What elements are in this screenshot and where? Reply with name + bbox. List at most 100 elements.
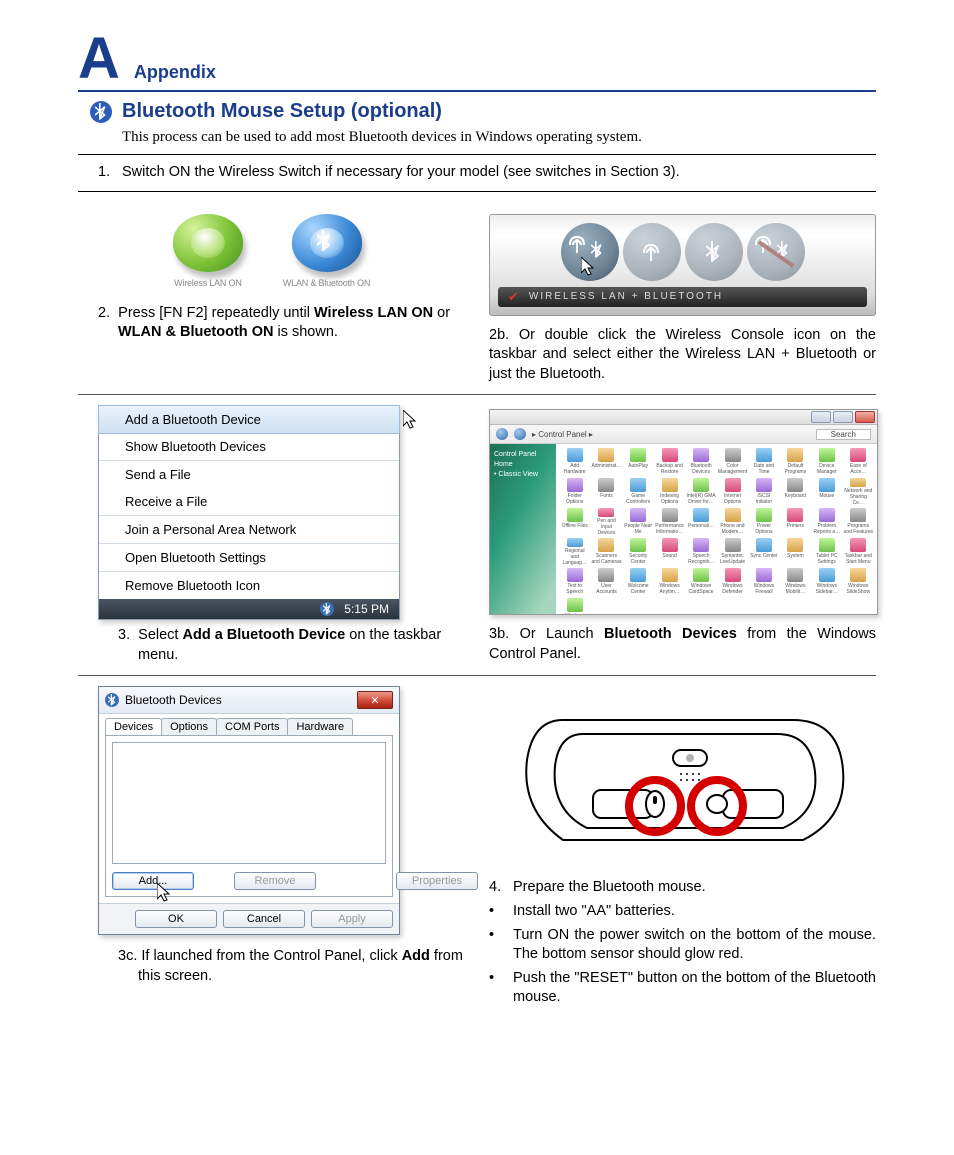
- cp-item[interactable]: Programs and Features: [844, 508, 873, 536]
- check-icon: ✔: [508, 289, 521, 305]
- cp-item[interactable]: Folder Options: [560, 478, 589, 506]
- cp-item[interactable]: Windows Sidebar…: [812, 568, 841, 596]
- cp-item[interactable]: Performance Informatio…: [655, 508, 684, 536]
- cp-item[interactable]: Regional and Languag…: [560, 538, 589, 566]
- figure-taskbar-menu: Add a Bluetooth Device Show Bluetooth De…: [98, 405, 400, 620]
- figure-bluetooth-dialog: Bluetooth Devices ✕ Devices Options COM …: [98, 686, 400, 935]
- dialog-tabs: Devices Options COM Ports Hardware: [99, 714, 399, 735]
- menu-open-settings[interactable]: Open Bluetooth Settings: [99, 544, 399, 571]
- cp-item[interactable]: Personali…: [686, 508, 715, 536]
- menu-join-pan[interactable]: Join a Personal Area Network: [99, 516, 399, 543]
- nav-back-button[interactable]: [496, 428, 508, 440]
- nav-fwd-button[interactable]: [514, 428, 526, 440]
- cp-item[interactable]: Administrat…: [591, 448, 621, 476]
- cp-item[interactable]: Windows Anytim…: [655, 568, 684, 596]
- cp-item[interactable]: Problem Reports a…: [812, 508, 841, 536]
- cp-item[interactable]: Sync Center: [749, 538, 778, 566]
- menu-send-file[interactable]: Send a File: [99, 461, 399, 488]
- step-4: 4.Prepare the Bluetooth mouse.: [489, 878, 876, 898]
- menu-remove-icon[interactable]: Remove Bluetooth Icon: [99, 572, 399, 599]
- tab-devices[interactable]: Devices: [105, 718, 162, 735]
- device-list[interactable]: [112, 742, 386, 864]
- cp-item[interactable]: Game Controllers: [623, 478, 652, 506]
- cp-item[interactable]: Indexing Options: [655, 478, 684, 506]
- cp-item[interactable]: iSCSI Initiator: [749, 478, 778, 506]
- cp-item[interactable]: Welcome Center: [623, 568, 652, 596]
- cp-item[interactable]: Windows Firewall: [749, 568, 778, 596]
- window-close-button[interactable]: [855, 411, 875, 423]
- cancel-button[interactable]: Cancel: [223, 910, 305, 928]
- menu-show-bluetooth-devices[interactable]: Show Bluetooth Devices: [99, 433, 399, 460]
- cp-item[interactable]: Intel(R) GMA Driver for…: [686, 478, 715, 506]
- cp-item[interactable]: Security Center: [623, 538, 652, 566]
- cp-item[interactable]: Windows Mobilit…: [781, 568, 810, 596]
- cp-item[interactable]: Ease of Acce…: [844, 448, 873, 476]
- menu-add-bluetooth-device[interactable]: Add a Bluetooth Device: [98, 405, 400, 434]
- cp-item[interactable]: Color Management: [718, 448, 747, 476]
- cp-icon-grid: Add HardwareAdministrat…AutoPlayBackup a…: [556, 444, 877, 614]
- remove-button[interactable]: Remove: [234, 872, 316, 890]
- ok-button[interactable]: OK: [135, 910, 217, 928]
- cp-item[interactable]: User Accounts: [591, 568, 621, 596]
- console-status-bar: ✔ WIRELESS LAN + BLUETOOTH: [498, 287, 867, 307]
- cp-item[interactable]: Internet Options: [718, 478, 747, 506]
- cp-item[interactable]: System: [781, 538, 810, 566]
- dialog-titlebar: Bluetooth Devices ✕: [99, 687, 399, 714]
- section-title: Bluetooth Mouse Setup (optional): [122, 100, 442, 123]
- breadcrumb[interactable]: ▸ Control Panel ▸: [532, 430, 593, 439]
- window-max-button[interactable]: [833, 411, 853, 423]
- cp-item[interactable]: Windows SlideShow: [844, 568, 873, 596]
- cp-item[interactable]: Pen and Input Devices: [591, 508, 621, 536]
- search-input[interactable]: Search: [816, 429, 871, 440]
- cp-item[interactable]: Symantec LiveUpdate: [718, 538, 747, 566]
- tray-clock: 5:15 PM: [344, 602, 389, 616]
- dialog-close-button[interactable]: ✕: [357, 691, 393, 709]
- cp-item[interactable]: Bluetooth Devices: [686, 448, 715, 476]
- cp-item[interactable]: People Near Me: [623, 508, 652, 536]
- cp-item[interactable]: Date and Time: [749, 448, 778, 476]
- cp-item[interactable]: Scanners and Cameras: [591, 538, 621, 566]
- cp-item[interactable]: Fonts: [591, 478, 621, 506]
- tab-hardware[interactable]: Hardware: [287, 718, 353, 735]
- cp-item[interactable]: Mouse: [812, 478, 841, 506]
- tab-com-ports[interactable]: COM Ports: [216, 718, 288, 735]
- cp-item[interactable]: Default Programs: [781, 448, 810, 476]
- cp-item[interactable]: Backup and Restore: [655, 448, 684, 476]
- dialog-title: Bluetooth Devices: [125, 693, 222, 707]
- cp-item[interactable]: Windows Update: [560, 598, 589, 614]
- properties-button[interactable]: Properties: [396, 872, 478, 890]
- appendix-header: A Appendix: [78, 30, 876, 92]
- console-mode-bt[interactable]: [685, 223, 743, 281]
- cp-item[interactable]: Add Hardware: [560, 448, 589, 476]
- console-mode-off[interactable]: [747, 223, 805, 281]
- cp-sidebar: Control Panel Home • Classic View: [490, 444, 556, 614]
- cp-item[interactable]: AutoPlay: [623, 448, 652, 476]
- cp-item[interactable]: Tablet PC Settings: [812, 538, 841, 566]
- cp-item[interactable]: Phone and Modem…: [718, 508, 747, 536]
- cp-item[interactable]: Power Options: [749, 508, 778, 536]
- step-1: 1.Switch ON the Wireless Switch if neces…: [78, 163, 876, 183]
- add-button[interactable]: Add...: [112, 872, 194, 890]
- console-mode-wlan-bt[interactable]: [561, 223, 619, 281]
- tray-bluetooth-icon[interactable]: [320, 602, 334, 616]
- cp-item[interactable]: Text to Speech: [560, 568, 589, 596]
- wlan-on-label: Wireless LAN ON: [173, 278, 243, 288]
- menu-receive-file[interactable]: Receive a File: [99, 488, 399, 515]
- cp-item[interactable]: Windows CardSpace: [686, 568, 715, 596]
- console-mode-wlan[interactable]: [623, 223, 681, 281]
- tab-options[interactable]: Options: [161, 718, 217, 735]
- cp-item[interactable]: Printers: [781, 508, 810, 536]
- apply-button[interactable]: Apply: [311, 910, 393, 928]
- cursor-icon: [403, 410, 419, 430]
- window-min-button[interactable]: [811, 411, 831, 423]
- cp-item[interactable]: Network and Sharing Ce…: [844, 478, 873, 506]
- cp-item[interactable]: Speech Recogniti…: [686, 538, 715, 566]
- cp-item[interactable]: Keyboard: [781, 478, 810, 506]
- cp-item[interactable]: Taskbar and Start Menu: [844, 538, 873, 566]
- cp-item[interactable]: Device Manager: [812, 448, 841, 476]
- cp-item[interactable]: Sound: [655, 538, 684, 566]
- wlan-bt-on-icon: [292, 214, 362, 272]
- cp-item[interactable]: Windows Defender: [718, 568, 747, 596]
- cp-item[interactable]: Offline Files: [560, 508, 589, 536]
- bluetooth-icon: [90, 101, 112, 123]
